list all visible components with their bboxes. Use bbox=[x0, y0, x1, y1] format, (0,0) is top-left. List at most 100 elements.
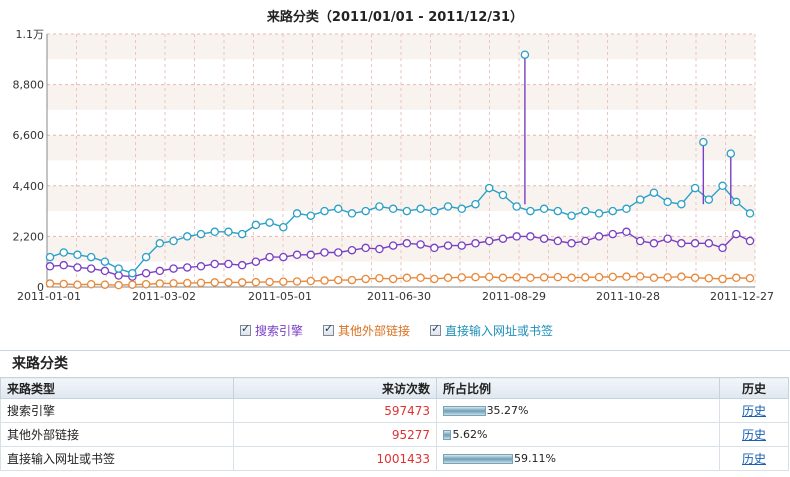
data-point bbox=[416, 204, 425, 214]
data-point bbox=[718, 274, 727, 284]
data-point bbox=[402, 206, 412, 216]
data-point bbox=[141, 252, 151, 262]
data-point bbox=[677, 199, 686, 209]
referral-table: 来路类型 来访次数 所占比例 历史 搜索引擎 597473 35.27% 历史 其他外部… bbox=[0, 377, 789, 471]
data-point bbox=[59, 279, 68, 289]
data-point bbox=[443, 273, 453, 283]
section-title: 来路分类 bbox=[0, 350, 790, 377]
data-point bbox=[553, 236, 563, 246]
data-point bbox=[567, 273, 576, 283]
table-row: 直接输入网址或书签 1001433 59.11% 历史 bbox=[0, 446, 789, 471]
data-point bbox=[347, 275, 357, 285]
data-point bbox=[471, 199, 480, 209]
legend-item-search[interactable]: 搜索引擎 bbox=[240, 322, 303, 339]
data-point bbox=[361, 206, 370, 216]
data-point bbox=[155, 279, 165, 288]
data-point bbox=[73, 250, 82, 260]
row-ratio: 35.27% bbox=[436, 398, 720, 423]
data-point bbox=[732, 229, 741, 239]
data-point bbox=[402, 273, 412, 283]
row-ratio: 59.11% bbox=[436, 446, 720, 471]
col-type: 来路类型 bbox=[0, 377, 234, 399]
data-point bbox=[498, 190, 508, 200]
data-point bbox=[484, 183, 494, 193]
checkbox-icon[interactable] bbox=[430, 322, 442, 336]
data-point bbox=[608, 206, 617, 216]
data-point bbox=[224, 227, 233, 237]
data-point bbox=[581, 273, 590, 282]
data-point bbox=[183, 263, 192, 272]
data-point bbox=[73, 263, 82, 272]
data-point bbox=[608, 272, 617, 282]
data-point bbox=[100, 257, 110, 266]
y-tick-label: 2,200 bbox=[13, 230, 45, 243]
data-point bbox=[375, 202, 384, 211]
ratio-bar bbox=[443, 453, 513, 464]
data-point bbox=[114, 271, 123, 280]
data-point bbox=[265, 218, 274, 227]
x-tick-label: 2011-12-27 bbox=[710, 290, 774, 303]
data-point bbox=[539, 273, 549, 282]
table-row: 其他外部链接 95277 5.62% 历史 bbox=[0, 422, 789, 447]
data-point bbox=[155, 266, 165, 276]
data-point bbox=[320, 206, 329, 216]
y-tick-label: 4,400 bbox=[13, 180, 45, 193]
data-point bbox=[622, 272, 631, 281]
data-point bbox=[237, 229, 247, 239]
data-point bbox=[718, 243, 727, 253]
data-point bbox=[183, 232, 192, 241]
history-link[interactable]: 历史 bbox=[742, 428, 766, 442]
checkbox-icon[interactable] bbox=[323, 322, 335, 336]
col-ratio: 所占比例 bbox=[436, 377, 720, 399]
x-tick-label: 2011-03-02 bbox=[132, 290, 196, 303]
data-point bbox=[141, 268, 151, 278]
legend-label: 搜索引擎 bbox=[255, 324, 304, 338]
data-point bbox=[594, 209, 604, 218]
chart-panel: 来路分类（2011/01/01 - 2011/12/31） 0 2,200 4,40… bbox=[0, 0, 790, 345]
data-point bbox=[581, 206, 590, 216]
row-ratio: 5.62% bbox=[436, 422, 720, 447]
data-point bbox=[484, 236, 494, 246]
legend-item-external[interactable]: 其他外部链接 bbox=[323, 322, 410, 339]
data-point bbox=[594, 232, 604, 241]
data-point bbox=[251, 220, 261, 230]
data-point bbox=[375, 244, 384, 254]
data-point bbox=[45, 252, 55, 262]
table-header-row: 来路类型 来访次数 所占比例 历史 bbox=[0, 377, 789, 399]
data-point bbox=[457, 273, 467, 282]
data-point bbox=[237, 278, 247, 287]
data-point bbox=[210, 278, 219, 287]
row-visits: 95277 bbox=[233, 422, 437, 447]
data-point bbox=[155, 239, 165, 248]
data-point bbox=[45, 279, 55, 288]
line-chart: 02,2004,4006,6008,8001.1万2011-01-01 2011-… bbox=[13, 28, 774, 303]
data-point bbox=[169, 264, 178, 273]
data-point bbox=[677, 239, 686, 248]
data-point bbox=[498, 273, 508, 283]
data-point bbox=[388, 241, 398, 250]
data-point bbox=[567, 211, 576, 220]
legend-item-direct[interactable]: 直接输入网址或书签 bbox=[430, 322, 553, 339]
data-point bbox=[169, 236, 178, 246]
data-point bbox=[484, 272, 494, 282]
data-point bbox=[745, 236, 755, 246]
data-point bbox=[196, 229, 206, 239]
checkbox-icon[interactable] bbox=[240, 322, 251, 336]
data-point bbox=[471, 239, 480, 248]
data-point bbox=[635, 195, 645, 204]
data-point bbox=[224, 278, 233, 287]
data-point bbox=[649, 239, 659, 248]
data-point bbox=[320, 248, 329, 257]
data-point bbox=[100, 266, 110, 276]
data-point bbox=[292, 209, 302, 218]
data-point bbox=[388, 274, 398, 284]
data-point bbox=[292, 250, 302, 260]
data-point bbox=[361, 243, 370, 253]
data-point bbox=[649, 273, 659, 283]
history-link[interactable]: 历史 bbox=[742, 404, 766, 418]
data-point bbox=[726, 149, 736, 158]
data-point bbox=[704, 239, 714, 248]
data-point bbox=[114, 264, 123, 273]
row-history: 历史 bbox=[719, 446, 789, 471]
history-link[interactable]: 历史 bbox=[742, 452, 766, 466]
